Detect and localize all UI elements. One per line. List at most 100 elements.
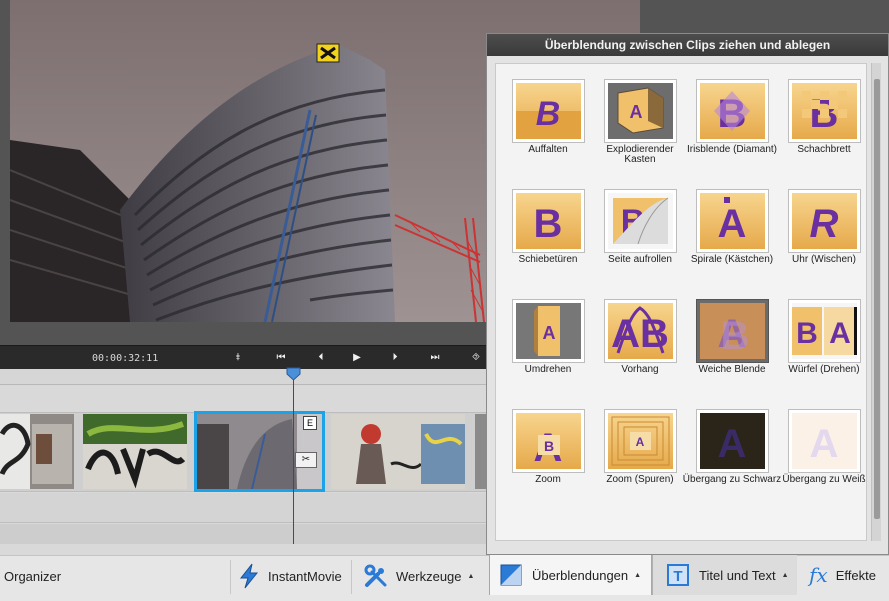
transition-label: Irisblende (Diamant): [686, 144, 778, 155]
svg-text:A: A: [829, 317, 851, 350]
step-forward-icon[interactable]: ⏵: [386, 350, 404, 366]
tab-effekte-label: Effekte: [835, 567, 876, 583]
transition-label: Uhr (Wischen): [792, 254, 856, 265]
transition-tile[interactable]: B Auffalten: [502, 64, 588, 168]
svg-text:B: B: [536, 95, 561, 133]
instantmovie-button[interactable]: InstantMovie: [238, 556, 342, 596]
panel-scrollbar[interactable]: [871, 63, 881, 541]
narration-track[interactable]: [0, 524, 489, 544]
go-to-start-icon[interactable]: ⏮: [272, 350, 290, 366]
video-clip-2[interactable]: [83, 414, 187, 489]
sliding-doors-transition-icon: B: [512, 189, 585, 253]
scrollbar-thumb[interactable]: [874, 79, 880, 519]
werkzeuge-button[interactable]: Werkzeuge ▲: [364, 556, 474, 596]
step-back-icon[interactable]: ⏴: [312, 350, 330, 366]
transition-tile[interactable]: BIrisblende (Diamant): [686, 64, 777, 168]
go-to-end-icon[interactable]: ⏭: [426, 350, 444, 366]
transitions-panel: Überblendung zwischen Clips ziehen und a…: [486, 33, 889, 555]
timeline-ruler[interactable]: [0, 369, 489, 385]
toolbar-divider: [351, 560, 352, 594]
transition-label: Umdrehen: [524, 364, 572, 375]
zoom-trails-transition-icon: A: [604, 409, 677, 473]
clip-marker-icon[interactable]: E: [303, 416, 317, 430]
video-clip-1[interactable]: [0, 414, 74, 489]
svg-text:A: A: [718, 202, 747, 246]
tab-titel-text[interactable]: T Titel und Text ▲: [652, 555, 797, 595]
tab-effekte[interactable]: fx Effekte: [809, 555, 889, 595]
transition-label: Auffalten: [528, 144, 568, 155]
transition-tile[interactable]: A Umdrehen: [502, 284, 588, 388]
page-curl-transition-icon: B: [604, 189, 677, 253]
transport-bar: 00:00:32:11 ⯒ ⏮ ⏴ ▶ ⏵ ⏭ ⯑: [0, 345, 489, 369]
fade-to-white-transition-icon: A: [788, 409, 861, 473]
transition-tile[interactable]: ABZoom: [502, 394, 588, 498]
trim-in-icon[interactable]: ⯒: [229, 350, 247, 366]
audio-track[interactable]: [0, 493, 489, 523]
spiral-boxes-transition-icon: A: [696, 189, 769, 253]
play-icon[interactable]: ▶: [348, 350, 366, 366]
timeline-tracks: E ✂: [0, 385, 489, 555]
transition-tile[interactable]: A Übergang zu Schwarz: [683, 394, 781, 498]
svg-text:A: A: [810, 422, 839, 466]
video-clip-selected[interactable]: E ✂: [194, 411, 325, 492]
transition-label: Seite aufrollen: [608, 254, 672, 265]
transition-tile[interactable]: A B Weiche Blende: [686, 284, 772, 388]
transition-label: Explodierender Kasten: [606, 144, 674, 165]
transition-label: Schiebetüren: [518, 254, 578, 265]
transitions-grid: BAuffaltenAExplodierender KastenBIrisble…: [495, 63, 867, 541]
transition-label: Spirale (Kästchen): [690, 254, 774, 265]
svg-text:B: B: [721, 314, 750, 358]
iris-diamond-transition-icon: B: [696, 79, 769, 143]
curtain-transition-icon: AB: [604, 299, 677, 363]
toolbar-divider: [230, 560, 231, 594]
transition-tile[interactable]: AB Vorhang: [594, 284, 680, 388]
tab-ueberblendungen[interactable]: Überblendungen ▲: [489, 555, 652, 595]
fx-icon: fx: [809, 563, 828, 587]
transition-label: Zoom (Spuren): [606, 474, 674, 485]
fade-to-black-transition-icon: A: [696, 409, 769, 473]
panel-header[interactable]: Überblendung zwischen Clips ziehen und a…: [487, 34, 888, 56]
svg-text:B: B: [544, 438, 554, 454]
video-clip-4[interactable]: [331, 414, 465, 489]
transition-icon: [500, 564, 522, 586]
transition-tile[interactable]: B Schiebetüren: [502, 174, 588, 278]
cube-spin-transition-icon: BA: [788, 299, 861, 363]
svg-text:A: A: [718, 422, 747, 466]
transition-tile[interactable]: R Uhr (Wischen): [778, 174, 864, 278]
transition-tile[interactable]: A Spirale (Kästchen): [686, 174, 773, 278]
transition-label: Würfel (Drehen): [788, 364, 860, 375]
tab-ueberblendungen-label: Überblendungen: [532, 567, 629, 583]
transition-tile[interactable]: A Übergang zu Weiß: [778, 394, 866, 498]
transition-tile[interactable]: A Explodierender Kasten: [594, 64, 680, 168]
scissors-icon[interactable]: ✂: [295, 452, 317, 468]
transition-label: Übergang zu Weiß: [782, 474, 866, 485]
svg-text:A: A: [636, 435, 645, 449]
svg-text:A: A: [543, 323, 556, 343]
transition-label: Schachbrett: [797, 144, 851, 155]
playhead-handle[interactable]: [286, 367, 301, 381]
checkerboard-transition-icon: B: [788, 79, 861, 143]
title-text-icon: T: [667, 564, 689, 586]
instantmovie-label: InstantMovie: [268, 568, 342, 584]
transition-tile[interactable]: A Zoom (Spuren): [594, 394, 680, 498]
tools-icon: [364, 564, 387, 587]
transition-tile[interactable]: B Seite aufrollen: [594, 174, 680, 278]
transition-tile[interactable]: B A Würfel (Drehen): [778, 284, 864, 388]
svg-text:R: R: [810, 202, 839, 246]
video-editor-window: 00:00:32:11 ⯒ ⏮ ⏴ ▶ ⏵ ⏭ ⯑ E ✂ Organizer …: [0, 0, 889, 601]
caret-up-icon: ▲: [781, 571, 789, 579]
svg-text:T: T: [673, 568, 682, 585]
panel-tab-bar: Überblendungen ▲ T Titel und Text ▲ fx E…: [489, 555, 889, 601]
timecode-display: 00:00:32:11: [92, 353, 159, 364]
svg-text:B: B: [534, 202, 563, 246]
organizer-button[interactable]: Organizer: [4, 556, 61, 596]
trim-out-icon[interactable]: ⯑: [467, 350, 485, 366]
clock-wipe-transition-icon: R: [788, 189, 861, 253]
transition-tile[interactable]: BSchachbrett: [778, 64, 864, 168]
caret-up-icon: ▲: [634, 571, 642, 579]
flip-transition-icon: A: [512, 299, 585, 363]
caret-up-icon: ▲: [467, 572, 475, 580]
transition-label: Übergang zu Schwarz: [682, 474, 782, 485]
transition-label: Zoom: [535, 474, 561, 485]
svg-text:A: A: [630, 102, 643, 122]
